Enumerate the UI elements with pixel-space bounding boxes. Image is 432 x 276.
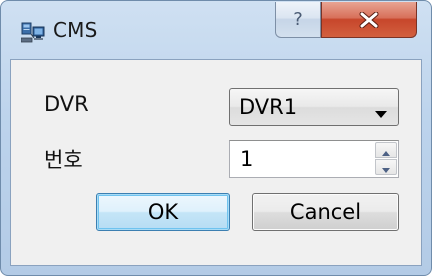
arrow-down-icon — [382, 158, 390, 177]
number-input[interactable] — [232, 143, 372, 175]
window-title: CMS — [53, 18, 98, 42]
computer-network-icon — [20, 21, 45, 43]
title-bar[interactable]: CMS ? — [1, 1, 431, 59]
close-button[interactable] — [321, 2, 417, 38]
cancel-button[interactable]: Cancel — [252, 193, 399, 231]
spin-buttons — [375, 142, 397, 176]
chevron-down-icon — [375, 103, 387, 122]
dvr-select[interactable]: DVR1 — [229, 88, 399, 126]
close-icon — [358, 11, 380, 28]
spin-up-button[interactable] — [375, 142, 397, 158]
help-button[interactable]: ? — [275, 2, 321, 38]
number-spinbox — [229, 140, 399, 178]
dialog-client-area: DVR DVR1 번호 1 OK Cancel — [10, 59, 422, 266]
ok-button[interactable]: OK — [96, 193, 230, 231]
number-label: 번호 — [44, 148, 83, 172]
dialog-window: CMS ? DVR DVR1 번호 1 OK Cancel — [0, 0, 432, 276]
dvr-select-value: DVR1 — [239, 95, 298, 119]
help-icon: ? — [293, 9, 303, 30]
spin-down-button[interactable] — [375, 159, 397, 175]
dvr-label: DVR — [44, 92, 89, 116]
